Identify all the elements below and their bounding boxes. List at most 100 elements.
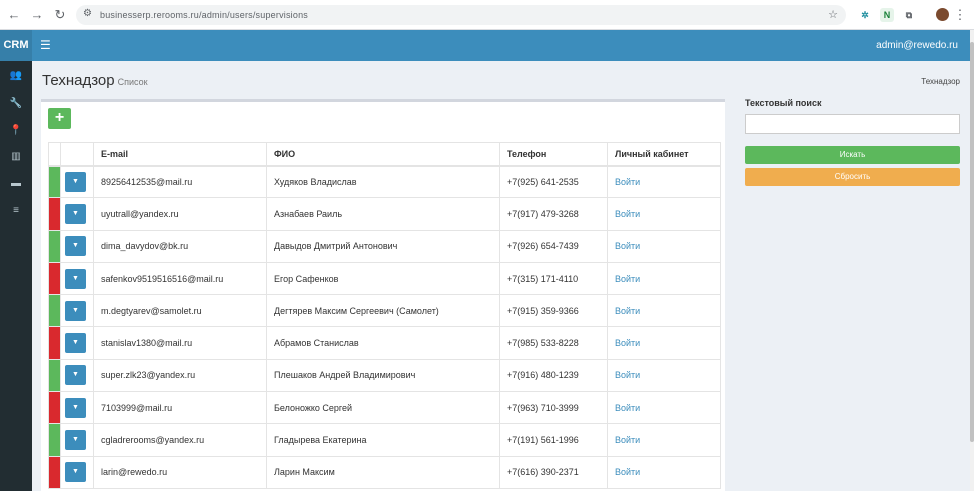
- status-indicator: [48, 164, 61, 199]
- menu-kebab-icon[interactable]: ⋮: [952, 7, 968, 23]
- col-email: E-mail: [93, 142, 267, 167]
- login-link[interactable]: Войти: [615, 177, 640, 187]
- row-actions-dropdown[interactable]: ▼: [65, 300, 86, 321]
- search-button[interactable]: Искать: [745, 146, 960, 164]
- row-name: Белоножко Сергей: [266, 391, 500, 425]
- login-link[interactable]: Войти: [615, 370, 640, 380]
- wrench-icon[interactable]: 🔧: [0, 94, 32, 114]
- chart-icon[interactable]: ▥: [0, 147, 32, 167]
- table-row: ▼ dima_davydov@bk.ru Давыдов Дмитрий Антон…: [48, 229, 721, 263]
- url-text: businesserp.rerooms.ru/admin/users/super…: [100, 10, 308, 20]
- row-name: Ларин Максим: [266, 455, 500, 489]
- row-email: m.degtyarev@samolet.ru: [93, 294, 267, 328]
- pin-icon[interactable]: 📍: [0, 121, 32, 141]
- row-phone: +7(915) 359-9366: [499, 294, 608, 328]
- site-info-icon[interactable]: ⚙: [83, 8, 92, 19]
- sidebar: 👥 🔧 📍 ▥ ▬ ≡: [0, 61, 32, 491]
- login-link[interactable]: Войти: [615, 306, 640, 316]
- row-actions-dropdown[interactable]: ▼: [65, 365, 86, 386]
- table-row: ▼ safenkov9519516516@mail.ru Егор Сафенков…: [48, 261, 721, 296]
- bookmark-star-icon[interactable]: ☆: [828, 8, 838, 21]
- row-phone: +7(916) 480-1239: [499, 358, 608, 393]
- page-subtitle: Список: [117, 77, 148, 87]
- status-indicator: [48, 261, 61, 296]
- row-actions-dropdown[interactable]: ▼: [65, 462, 86, 483]
- archive-icon[interactable]: ▬: [0, 174, 32, 194]
- col-cabinet: Личный кабинет: [607, 142, 721, 167]
- status-indicator: [48, 358, 61, 393]
- list-icon[interactable]: ≡: [0, 201, 32, 221]
- row-actions-dropdown[interactable]: ▼: [65, 397, 86, 418]
- table-row: ▼ stanislav1380@mail.ru Абрамов Станислав +…: [48, 326, 721, 360]
- row-email: dima_davydov@bk.ru: [93, 229, 267, 263]
- user-menu[interactable]: admin@rewedo.ru: [876, 40, 958, 51]
- row-actions-dropdown[interactable]: ▼: [65, 430, 86, 451]
- login-link[interactable]: Войти: [615, 209, 640, 219]
- row-name: Егор Сафенков: [266, 261, 500, 296]
- status-indicator: [48, 229, 61, 263]
- login-link[interactable]: Войти: [615, 403, 640, 413]
- col-name: ФИО: [266, 142, 500, 167]
- row-email: super.zlk23@yandex.ru: [93, 358, 267, 393]
- row-actions-dropdown[interactable]: ▼: [65, 236, 86, 257]
- row-email: uyutrall@yandex.ru: [93, 197, 267, 231]
- row-actions-dropdown[interactable]: ▼: [65, 333, 86, 354]
- table-row: ▼ cgladrerooms@yandex.ru Гладырева Екатери…: [48, 423, 721, 457]
- browser-toolbar: ← → ↻ ⚙ businesserp.rerooms.ru/admin/use…: [0, 0, 974, 30]
- app-header: CRM ☰ admin@rewedo.ru: [0, 30, 970, 61]
- row-name: Абрамов Станислав: [266, 326, 500, 360]
- row-actions-dropdown[interactable]: ▼: [65, 203, 86, 224]
- row-phone: +7(985) 533-8228: [499, 326, 608, 360]
- row-name: Плешаков Андрей Владимирович: [266, 358, 500, 393]
- search-input[interactable]: [745, 114, 960, 134]
- breadcrumb[interactable]: Технадзор: [921, 77, 960, 86]
- row-phone: +7(925) 641-2535: [499, 164, 608, 199]
- col-phone: Телефон: [499, 142, 608, 167]
- row-email: larin@rewedo.ru: [93, 455, 267, 489]
- page-title: Технадзор Список: [42, 72, 148, 89]
- row-name: Давыдов Дмитрий Антонович: [266, 229, 500, 263]
- search-label: Текстовый поиск: [745, 98, 822, 108]
- login-link[interactable]: Войти: [615, 467, 640, 477]
- table-row: ▼ m.degtyarev@samolet.ru Дегтярев Максим С…: [48, 294, 721, 328]
- search-panel: Текстовый поиск Искать Сбросить: [745, 98, 960, 186]
- row-phone: +7(917) 479-3268: [499, 197, 608, 231]
- login-link[interactable]: Войти: [615, 435, 640, 445]
- profile-avatar[interactable]: [936, 8, 949, 21]
- status-indicator: [48, 455, 61, 489]
- scrollbar-thumb[interactable]: [970, 42, 974, 442]
- status-indicator: [48, 423, 61, 457]
- users-icon[interactable]: 👥: [0, 66, 32, 86]
- page-scrollbar[interactable]: [970, 30, 974, 491]
- row-name: Дегтярев Максим Сергеевич (Самолет): [266, 294, 500, 328]
- sidebar-toggle-icon[interactable]: ☰: [40, 38, 51, 52]
- extension-icon[interactable]: ✲: [858, 8, 872, 22]
- add-button[interactable]: +: [48, 108, 71, 129]
- status-indicator: [48, 294, 61, 328]
- col-status: [48, 142, 61, 167]
- reset-button[interactable]: Сбросить: [745, 168, 960, 186]
- login-link[interactable]: Войти: [615, 338, 640, 348]
- row-name: Гладырева Екатерина: [266, 423, 500, 457]
- page-title-text: Технадзор: [42, 72, 115, 89]
- status-indicator: [48, 391, 61, 425]
- app-logo[interactable]: CRM: [0, 30, 32, 61]
- row-name: Худяков Владислав: [266, 164, 500, 199]
- address-bar[interactable]: ⚙ businesserp.rerooms.ru/admin/users/sup…: [76, 5, 846, 25]
- status-indicator: [48, 197, 61, 231]
- table-row: ▼ super.zlk23@yandex.ru Плешаков Андрей Вл…: [48, 358, 721, 393]
- login-link[interactable]: Войти: [615, 274, 640, 284]
- row-email: safenkov9519516516@mail.ru: [93, 261, 267, 296]
- reload-icon[interactable]: ↻: [52, 7, 68, 23]
- login-link[interactable]: Войти: [615, 241, 640, 251]
- row-email: stanislav1380@mail.ru: [93, 326, 267, 360]
- supervisions-table: E-mail ФИО Телефон Личный кабинет ▼ 89256…: [48, 142, 721, 489]
- row-actions-dropdown[interactable]: ▼: [65, 268, 86, 289]
- forward-icon[interactable]: →: [29, 7, 45, 23]
- back-icon[interactable]: ←: [6, 7, 22, 23]
- main-content: Технадзор Список Технадзор + E-mail ФИО Т…: [32, 61, 970, 491]
- row-email: 89256412535@mail.ru: [93, 164, 267, 199]
- extension-n-icon[interactable]: N: [880, 8, 894, 22]
- extensions-puzzle-icon[interactable]: ⧉: [902, 8, 916, 22]
- row-actions-dropdown[interactable]: ▼: [65, 171, 86, 192]
